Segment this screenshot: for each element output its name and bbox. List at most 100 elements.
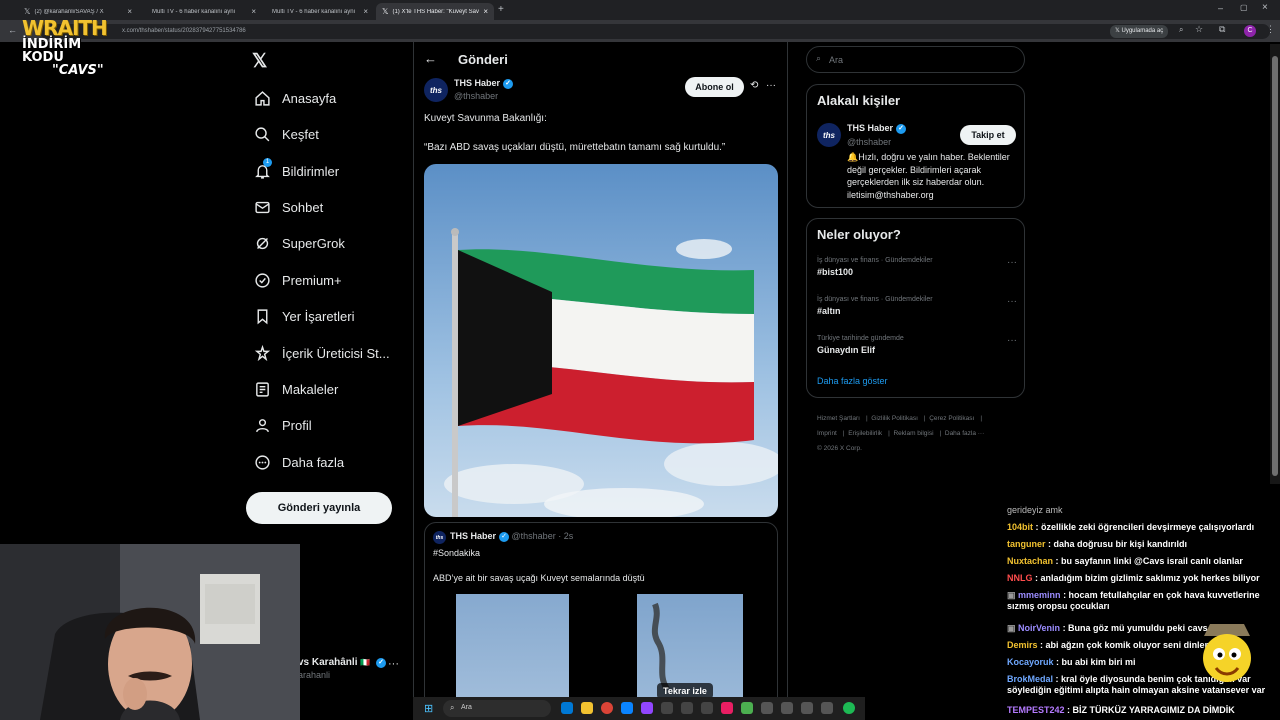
follow-button[interactable]: Takip et xyxy=(960,125,1016,145)
new-tab-icon[interactable]: + xyxy=(498,4,504,15)
privacy-link[interactable]: Gizlilik Politikası xyxy=(871,415,918,422)
post-image-kuwait-flag[interactable] xyxy=(424,164,778,517)
chat-message: TEMPEST242 : BİZ TÜRKÜZ YARRAGIMIZ DA Dİ… xyxy=(1007,705,1235,715)
spotify-icon[interactable] xyxy=(843,702,855,714)
account-menu-icon[interactable]: ··· xyxy=(388,658,399,670)
copyright: © 2026 X Corp. xyxy=(817,445,862,452)
emote-sticker xyxy=(1196,614,1258,686)
more-link[interactable]: Daha fazla ··· xyxy=(945,430,984,437)
author-name[interactable]: THS Haber ✓ xyxy=(454,78,514,89)
nav-explore[interactable]: Keşfet xyxy=(252,120,319,148)
app-icon[interactable] xyxy=(661,702,673,714)
person-handle[interactable]: @thshaber xyxy=(847,137,891,147)
nav-home[interactable]: Anasayfa xyxy=(252,84,336,112)
more-options-icon[interactable]: ··· xyxy=(766,80,776,91)
zoom-icon[interactable]: ⌕ xyxy=(1179,25,1183,35)
close-icon[interactable]: × xyxy=(127,7,132,16)
footer-links: Hizmet Şartları | Gizlilik Politikası | Çe… xyxy=(817,411,1022,456)
post-column: ← Gönderi ths THS Haber ✓ @thshaber Abone… xyxy=(413,42,788,697)
author-handle[interactable]: @thshaber xyxy=(454,91,498,101)
app-icon[interactable] xyxy=(761,702,773,714)
close-icon[interactable]: × xyxy=(483,7,488,16)
windows-taskbar: ⊞ ⌕ Ara xyxy=(413,697,865,720)
author-avatar[interactable]: ths xyxy=(424,78,448,102)
person-name[interactable]: THS Haber ✓ xyxy=(847,123,907,134)
more-circle-icon xyxy=(252,452,272,472)
task-view-icon[interactable] xyxy=(561,702,573,714)
post-button[interactable]: Gönderi yayınla xyxy=(246,492,392,524)
app-icon[interactable] xyxy=(741,702,753,714)
quote-hashtag[interactable]: #Sondakika xyxy=(433,548,480,558)
maximize-icon[interactable]: ▢ xyxy=(1240,3,1248,12)
subscribe-button[interactable]: Abone ol xyxy=(685,77,744,97)
trend-item[interactable]: İş dünyası ve finans · Gündemdekiler #bi… xyxy=(817,257,1017,277)
url-field[interactable]: x.com/thshaber/status/202837942775153478… xyxy=(40,24,1270,39)
replay-button[interactable]: Tekrar izle xyxy=(657,683,713,697)
nav-bookmarks[interactable]: Yer İşaretleri xyxy=(252,302,355,330)
accessibility-link[interactable]: Erişilebilirlik xyxy=(848,430,882,437)
edge-icon[interactable] xyxy=(621,702,633,714)
browser-tab[interactable]: Multi TV - 6 haber kanalını aynı × xyxy=(142,3,262,20)
mail-icon xyxy=(252,197,272,217)
more-options-icon: ··· xyxy=(1007,257,1017,268)
chat-message: tanguner : daha doğrusu bir kişi kandırı… xyxy=(1007,539,1188,549)
app-icon[interactable] xyxy=(721,702,733,714)
file-explorer-icon[interactable] xyxy=(581,702,593,714)
search-icon: ⌕ xyxy=(450,703,455,712)
grok-icon[interactable]: ⟲ xyxy=(750,80,758,91)
quote-video-still[interactable] xyxy=(456,594,569,697)
ads-info-link[interactable]: Reklam bilgisi xyxy=(893,430,933,437)
close-icon[interactable]: × xyxy=(251,7,256,16)
app-icon[interactable] xyxy=(781,702,793,714)
nav-more[interactable]: Daha fazla xyxy=(252,448,344,476)
quoted-post[interactable]: ths THS Haber ✓ @thshaber · 2s #Sondakika… xyxy=(424,522,778,697)
chrome-icon[interactable] xyxy=(601,702,613,714)
app-icon[interactable] xyxy=(821,702,833,714)
quote-text: ABD’ye ait bir savaş uçağı Kuveyt semala… xyxy=(433,573,645,583)
terms-link[interactable]: Hizmet Şartları xyxy=(817,415,860,422)
search-box[interactable]: ⌕ Ara xyxy=(806,46,1025,73)
trend-item[interactable]: İş dünyası ve finans · Gündemdekiler #al… xyxy=(817,296,1017,316)
nav-supergrok[interactable]: SuperGrok xyxy=(252,229,345,257)
close-window-icon[interactable]: × xyxy=(1262,2,1268,13)
twitch-icon[interactable] xyxy=(641,702,653,714)
imprint-link[interactable]: Imprint xyxy=(817,430,837,437)
nav-messages[interactable]: Sohbet xyxy=(252,193,323,221)
menu-dots-icon[interactable]: ⋮ xyxy=(1266,24,1275,35)
nav-notifications[interactable]: 1 Bildirimler xyxy=(252,157,339,185)
page-scrollbar[interactable] xyxy=(1270,44,1280,484)
windows-start-icon[interactable]: ⊞ xyxy=(424,702,433,715)
browser-tab-active[interactable]: 𝕏 (1) X'te THS Haber: "Kuveyt Sav × xyxy=(376,3,494,20)
profile-avatar[interactable]: C xyxy=(1244,25,1256,37)
account-name[interactable]: vs Karahânli 🇮🇹 ✓ xyxy=(298,657,387,668)
nav-articles[interactable]: Makaleler xyxy=(252,375,338,403)
obs-icon[interactable] xyxy=(801,702,813,714)
bell-icon: 1 xyxy=(252,158,272,181)
trend-item[interactable]: Türkiye tarihinde gündemde Günaydın Elif… xyxy=(817,335,1017,355)
back-arrow-icon[interactable]: ← xyxy=(8,25,17,35)
verified-icon: ✓ xyxy=(896,124,907,134)
open-in-app-button[interactable]: 𝕏 Uygulamada aç xyxy=(1110,25,1169,38)
nav-profile[interactable]: Profil xyxy=(252,411,312,439)
quote-author: THS Haber ✓ @thshaber · 2s xyxy=(450,531,574,542)
verified-icon xyxy=(252,270,272,290)
notification-badge: 1 xyxy=(263,158,272,167)
minimize-icon[interactable]: – xyxy=(1218,3,1223,13)
close-icon[interactable]: × xyxy=(363,7,368,16)
nav-creator-studio[interactable]: İçerik Üreticisi St... xyxy=(252,339,390,367)
cookie-link[interactable]: Çerez Politikası xyxy=(929,415,974,422)
show-more-link[interactable]: Daha fazla göster xyxy=(817,376,888,386)
back-arrow-icon[interactable]: ← xyxy=(424,51,437,66)
quote-video-smoke[interactable] xyxy=(637,594,743,697)
browser-tab[interactable]: Multi TV - 6 haber kanalını aynı × xyxy=(262,3,374,20)
taskbar-search[interactable]: ⌕ Ara xyxy=(443,700,551,717)
app-icon[interactable] xyxy=(701,702,713,714)
nav-premium[interactable]: Premium+ xyxy=(252,266,342,294)
star-icon[interactable]: ☆ xyxy=(1195,24,1203,35)
scrollbar-thumb[interactable] xyxy=(1272,56,1278,476)
chat-message: 104bit : özellikle zeki öğrencileri devş… xyxy=(1007,522,1255,532)
extensions-icon[interactable]: ⧉ xyxy=(1219,24,1225,35)
x-logo-icon[interactable]: 𝕏 xyxy=(252,50,267,73)
person-avatar[interactable]: ths xyxy=(817,123,841,147)
app-icon[interactable] xyxy=(681,702,693,714)
